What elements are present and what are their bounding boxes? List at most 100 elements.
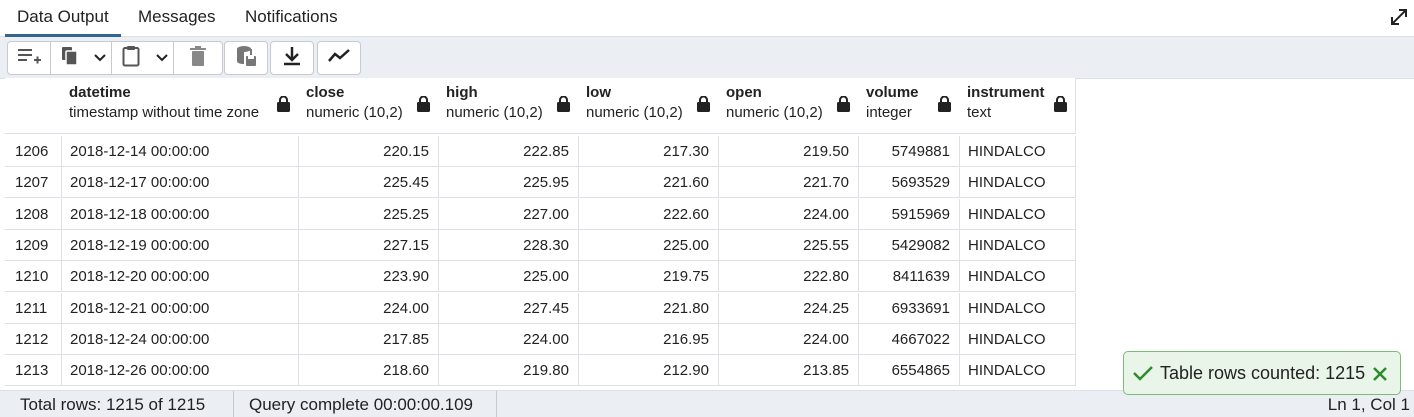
cell-instrument[interactable]: HINDALCO (959, 198, 1076, 230)
cell-open[interactable]: 213.85 (718, 355, 859, 387)
cell-datetime[interactable]: 2018-12-14 00:00:00 (61, 136, 299, 167)
cell-open[interactable]: 225.55 (718, 229, 859, 261)
column-type: integer (866, 104, 912, 121)
cell-high[interactable]: 222.85 (438, 136, 579, 167)
cell-high[interactable]: 228.30 (438, 229, 579, 261)
cell-high[interactable]: 225.00 (438, 261, 579, 293)
cell-low[interactable]: 217.30 (578, 136, 719, 167)
close-icon[interactable] (1372, 366, 1388, 387)
column-name: volume (866, 84, 919, 101)
cell-instrument[interactable]: HINDALCO (959, 261, 1076, 293)
cell-datetime[interactable]: 2018-12-17 00:00:00 (61, 167, 299, 199)
cell-open[interactable]: 219.50 (718, 136, 859, 167)
cell-instrument[interactable]: HINDALCO (959, 355, 1076, 387)
column-name: high (446, 84, 478, 101)
graph-visualiser-button[interactable] (318, 42, 360, 74)
cell-low[interactable]: 212.90 (578, 355, 719, 387)
download-button[interactable] (271, 42, 313, 74)
cell-low[interactable]: 225.00 (578, 229, 719, 261)
cell-instrument[interactable]: HINDALCO (959, 136, 1076, 167)
add-row-button[interactable] (8, 42, 51, 74)
copy-options-button[interactable] (89, 42, 112, 74)
cell-close[interactable]: 224.00 (298, 292, 439, 324)
cell-low[interactable]: 219.75 (578, 261, 719, 293)
cell-high[interactable]: 227.00 (438, 198, 579, 230)
column-header-instrument[interactable]: instrument text (959, 78, 1076, 134)
download-group (270, 41, 314, 75)
cell-volume[interactable]: 6554865 (858, 355, 960, 387)
cell-close[interactable]: 223.90 (298, 261, 439, 293)
cell-close[interactable]: 225.45 (298, 167, 439, 199)
chevron-down-icon (156, 49, 168, 67)
cell-instrument[interactable]: HINDALCO (959, 323, 1076, 355)
column-header-datetime[interactable]: datetime timestamp without time zone (61, 78, 299, 134)
column-type: numeric (10,2) (726, 104, 823, 121)
cell-open[interactable]: 224.25 (718, 292, 859, 324)
cursor-position-text: Ln 1, Col 1 (1327, 395, 1410, 414)
cell-low[interactable]: 221.60 (578, 167, 719, 199)
cell-close[interactable]: 218.60 (298, 355, 439, 387)
column-header-low[interactable]: low numeric (10,2) (578, 78, 719, 134)
cell-datetime[interactable]: 2018-12-24 00:00:00 (61, 323, 299, 355)
cell-high[interactable]: 225.95 (438, 167, 579, 199)
cell-volume[interactable]: 5693529 (858, 167, 960, 199)
save-data-button[interactable] (225, 42, 267, 74)
cell-close[interactable]: 217.85 (298, 323, 439, 355)
row-number[interactable]: 1212 (5, 323, 62, 355)
cell-volume[interactable]: 5749881 (858, 136, 960, 167)
row-number[interactable]: 1206 (5, 136, 62, 167)
cell-datetime[interactable]: 2018-12-18 00:00:00 (61, 198, 299, 230)
column-header-volume[interactable]: volume integer (858, 78, 960, 134)
cell-close[interactable]: 225.25 (298, 198, 439, 230)
cell-open[interactable]: 222.80 (718, 261, 859, 293)
lock-icon (697, 95, 710, 112)
cell-low[interactable]: 216.95 (578, 323, 719, 355)
cell-open[interactable]: 221.70 (718, 167, 859, 199)
cell-low[interactable]: 222.60 (578, 198, 719, 230)
cell-datetime[interactable]: 2018-12-21 00:00:00 (61, 292, 299, 324)
toast-message: Table rows counted: 1215 (1160, 363, 1366, 383)
cell-low[interactable]: 221.80 (578, 292, 719, 324)
row-number[interactable]: 1207 (5, 167, 62, 199)
row-number[interactable]: 1211 (5, 292, 62, 324)
cell-datetime[interactable]: 2018-12-26 00:00:00 (61, 355, 299, 387)
expand-icon[interactable] (1388, 6, 1410, 28)
edit-button-group (7, 41, 223, 75)
tab-data-output[interactable]: Data Output (5, 0, 121, 37)
cell-instrument[interactable]: HINDALCO (959, 167, 1076, 199)
row-number[interactable]: 1213 (5, 355, 62, 387)
cell-volume[interactable]: 4667022 (858, 323, 960, 355)
copy-icon (61, 46, 79, 71)
cell-close[interactable]: 220.15 (298, 136, 439, 167)
cell-volume[interactable]: 6933691 (858, 292, 960, 324)
paste-options-button[interactable] (151, 42, 175, 74)
cell-instrument[interactable]: HINDALCO (959, 292, 1076, 324)
tab-notifications[interactable]: Notifications (245, 0, 338, 34)
cell-volume[interactable]: 5429082 (858, 229, 960, 261)
cell-volume[interactable]: 5915969 (858, 198, 960, 230)
cell-open[interactable]: 224.00 (718, 198, 859, 230)
column-type: numeric (10,2) (446, 104, 543, 121)
row-number[interactable]: 1208 (5, 198, 62, 230)
cell-high[interactable]: 224.00 (438, 323, 579, 355)
graph-group (317, 41, 361, 75)
cell-close[interactable]: 227.15 (298, 229, 439, 261)
cell-volume[interactable]: 8411639 (858, 261, 960, 293)
tab-messages[interactable]: Messages (138, 0, 215, 34)
row-number[interactable]: 1209 (5, 229, 62, 261)
cell-high[interactable]: 227.45 (438, 292, 579, 324)
row-number-header (5, 78, 62, 134)
cell-high[interactable]: 219.80 (438, 355, 579, 387)
copy-button[interactable] (51, 42, 89, 74)
column-header-close[interactable]: close numeric (10,2) (298, 78, 439, 134)
column-header-open[interactable]: open numeric (10,2) (718, 78, 859, 134)
lock-icon (837, 95, 850, 112)
column-header-high[interactable]: high numeric (10,2) (438, 78, 579, 134)
cell-instrument[interactable]: HINDALCO (959, 229, 1076, 261)
cell-open[interactable]: 224.00 (718, 323, 859, 355)
row-number[interactable]: 1210 (5, 261, 62, 293)
delete-button[interactable] (174, 42, 222, 74)
paste-button[interactable] (112, 42, 152, 74)
cell-datetime[interactable]: 2018-12-20 00:00:00 (61, 261, 299, 293)
cell-datetime[interactable]: 2018-12-19 00:00:00 (61, 229, 299, 261)
